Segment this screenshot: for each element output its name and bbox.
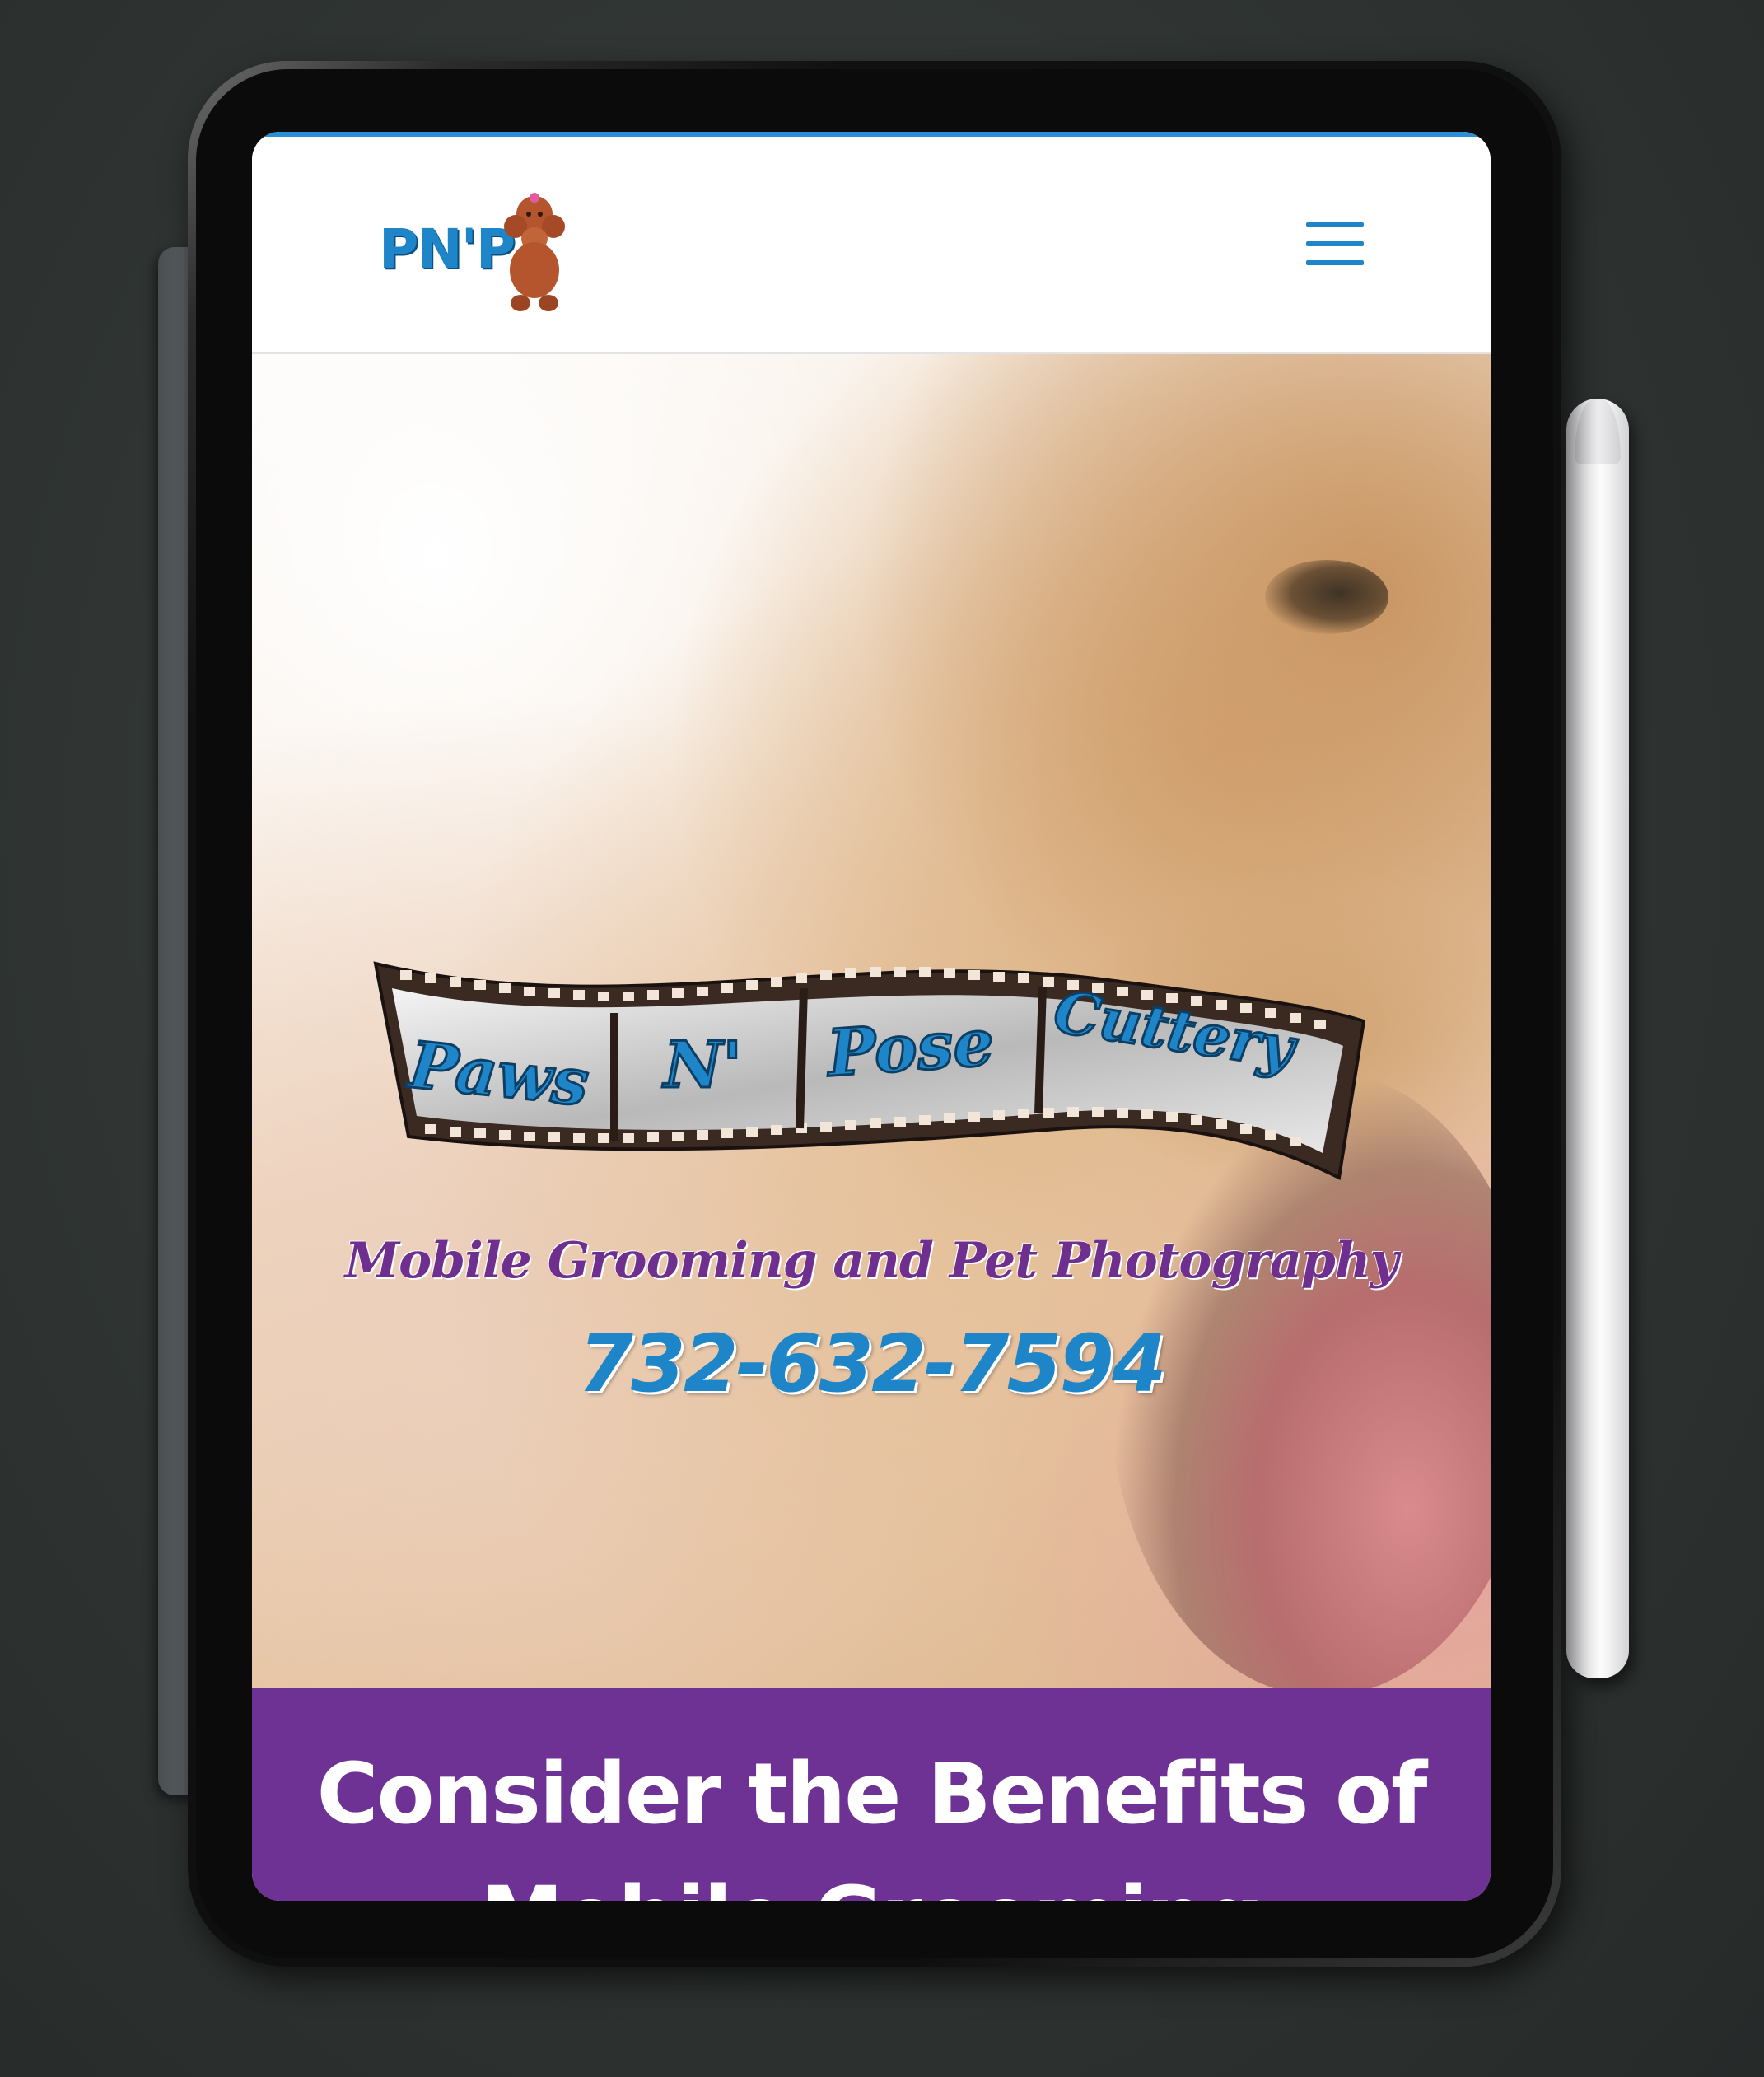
menu-line: [1306, 241, 1364, 246]
site-logo-text: PN'P: [379, 217, 516, 281]
site-logo-link[interactable]: PN'P: [379, 189, 576, 313]
menu-line: [1306, 260, 1364, 265]
phone-number-link[interactable]: 732-632-7594: [252, 1318, 1491, 1410]
logo-word-n: N': [661, 1028, 742, 1103]
site-header: PN'P: [252, 137, 1491, 354]
benefits-section: Consider the Benefits of Mobile Grooming: [252, 1688, 1491, 1901]
benefits-heading: Consider the Benefits of Mobile Grooming: [316, 1745, 1428, 1901]
stylus-pencil: [1566, 399, 1629, 1678]
hero-tagline: Mobile Grooming and Pet Photography: [344, 1232, 1399, 1290]
film-strip-logo: Paws N' Pose Cuttery: [373, 961, 1366, 1181]
tablet-screen: PN'P Paws N' Pose Cuttery Mobile Groomin…: [252, 132, 1491, 1901]
dog-eye: [1265, 560, 1388, 634]
poodle-icon: [504, 193, 565, 311]
menu-line: [1306, 222, 1364, 227]
hero-section: Paws N' Pose Cuttery Mobile Grooming and…: [252, 354, 1491, 1688]
hamburger-menu-icon[interactable]: [1306, 222, 1364, 265]
logo-word-pose: Pose: [824, 1005, 996, 1091]
